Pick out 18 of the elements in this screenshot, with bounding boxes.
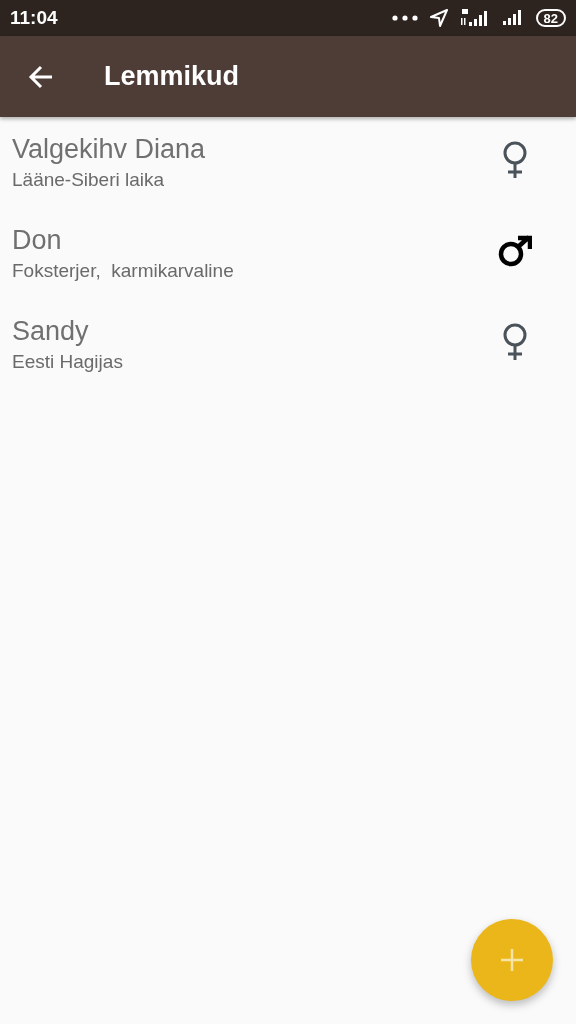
location-arrow-icon — [429, 9, 448, 27]
pet-name: Sandy — [12, 316, 90, 347]
pet-breed: Foksterjer, karmikarvaline — [12, 260, 235, 282]
screen-title: Lemmikud — [104, 61, 240, 92]
pet-name: Valgekihv Diana — [12, 134, 207, 165]
pet-breed: Eesti Hagijas — [12, 351, 124, 373]
female-symbol-icon — [502, 140, 528, 179]
signal-icon — [459, 8, 490, 28]
pet-breed: Lääne-Siberi laika — [12, 169, 166, 191]
pet-name: Don — [12, 225, 63, 256]
more-dots-icon — [391, 15, 418, 21]
male-symbol-icon — [498, 234, 532, 267]
plus-icon — [501, 949, 523, 971]
female-symbol-icon — [502, 322, 528, 361]
status-time: 11:04 — [10, 7, 59, 29]
battery-level: 82 — [535, 9, 566, 27]
back-arrow-icon — [28, 64, 54, 89]
signal-icon — [501, 9, 524, 27]
